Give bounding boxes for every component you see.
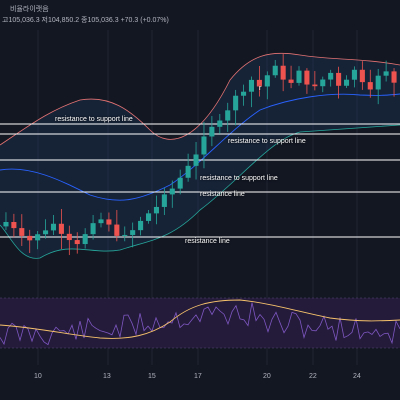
candle-body	[58, 223, 64, 234]
candle-body	[272, 65, 278, 76]
candle-body	[50, 223, 57, 231]
candle-body	[280, 65, 286, 80]
candle-body	[217, 120, 223, 127]
candle-body	[288, 79, 294, 83]
candle-body	[241, 91, 247, 96]
candle-body	[383, 71, 389, 76]
candle-body	[225, 110, 231, 121]
candle-body	[82, 234, 88, 245]
annotation-resistance-line-2: resistance line	[185, 238, 230, 245]
annotation-r-label: r	[259, 85, 262, 92]
candle-body	[391, 71, 397, 83]
candle-body	[114, 224, 120, 236]
oscillator-band-bg	[0, 298, 400, 348]
x-axis-label: 17	[194, 373, 202, 380]
x-axis-label: 24	[353, 373, 361, 380]
candle-body	[248, 79, 255, 92]
price-chart-svg[interactable]	[0, 0, 400, 400]
candle-body	[145, 213, 152, 221]
candle-body	[130, 230, 136, 235]
candle-body	[185, 165, 191, 178]
candle-body	[304, 70, 310, 85]
candle-body	[35, 234, 41, 241]
annotation-resistance-to-support-2: resistance to support line	[228, 138, 306, 145]
candle-body	[3, 222, 9, 227]
x-axis-label: 13	[103, 373, 111, 380]
candle-body	[106, 219, 112, 225]
candle-body	[66, 233, 72, 241]
candle-body	[161, 194, 167, 207]
candle-body	[43, 230, 49, 235]
candle-body	[177, 177, 183, 189]
candle-body	[367, 82, 373, 90]
candle-body	[138, 220, 144, 231]
candle-body	[27, 235, 33, 241]
candle-body	[336, 72, 342, 86]
oscillator-pane	[0, 297, 400, 349]
candle-body	[312, 84, 318, 87]
candle-body	[90, 223, 96, 235]
candle-body	[74, 240, 80, 245]
candle-body	[122, 234, 128, 236]
annotation-resistance-to-support-1: resistance to support line	[55, 116, 133, 123]
candle-body	[375, 75, 381, 90]
candle-body	[351, 69, 357, 80]
x-axis-label: 20	[263, 373, 271, 380]
x-axis-label: 10	[34, 373, 42, 380]
candle-body	[11, 222, 17, 229]
candle-body	[19, 228, 25, 236]
candle-body	[153, 206, 159, 214]
candle-body	[98, 219, 104, 224]
candle-body	[359, 69, 365, 83]
candle-body	[233, 95, 239, 111]
candle-body	[193, 154, 199, 166]
candle-body	[201, 136, 207, 155]
candle-body	[264, 75, 270, 87]
annotation-resistance-to-support-3: resistance to support line	[200, 175, 278, 182]
annotation-resistance-line-1: resistance line	[200, 191, 245, 198]
candle-body	[169, 188, 175, 195]
x-axis-label: 22	[309, 373, 317, 380]
candle-body	[328, 72, 334, 80]
candle-body	[320, 79, 326, 87]
chart-root[interactable]: 비율라이랫음 고105,036.3 저104,850.2 종105,036.3 …	[0, 0, 400, 400]
x-axis-label: 15	[148, 373, 156, 380]
candle-body	[343, 79, 350, 86]
candle-body	[209, 126, 215, 137]
candle-body	[296, 70, 302, 83]
